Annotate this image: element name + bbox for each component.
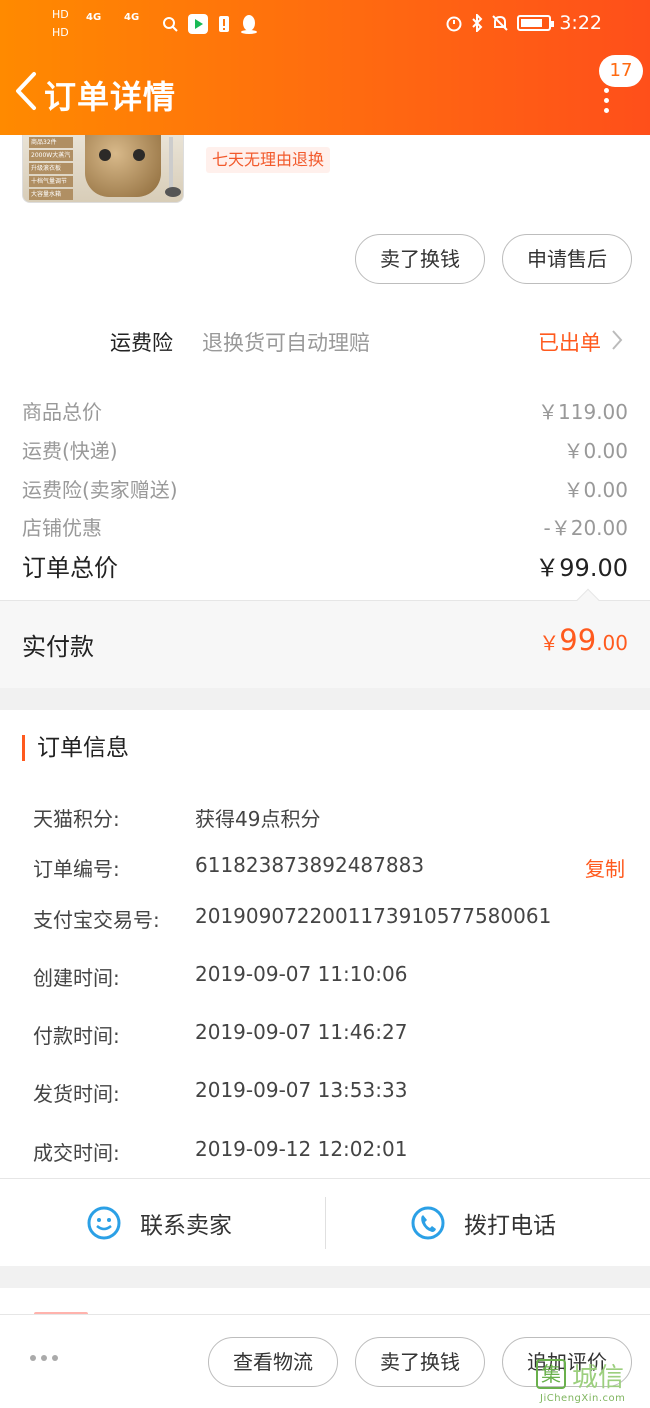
amount-paid-value: ￥99.00 [539,623,628,657]
insurance-status[interactable]: 已出单 [538,327,601,357]
paid-decimal: .00 [596,631,628,655]
paid-integer: 99 [559,623,597,657]
info-value: 2019-09-12 12:02:01 [195,1137,408,1161]
sell-for-cash-bottom-button[interactable]: 卖了换钱 [355,1337,485,1387]
view-logistics-button[interactable]: 查看物流 [208,1337,338,1387]
message-count-badge[interactable]: 17 [599,55,643,87]
chevron-right-icon[interactable] [610,328,624,352]
watermark-url: JiChengXin.com [540,1393,626,1404]
info-value: 2019-09-07 13:53:33 [195,1078,408,1102]
app-header: HD HD 4G 4G 3:22 订单详情 17 [0,0,650,135]
info-value: 获得49点积分 [195,807,321,831]
price-row-value: ￥119.00 [538,400,628,424]
info-value: 2019-09-07 11:10:06 [195,962,408,986]
watermark-text: 城信 [572,1363,625,1393]
return-policy-tag: 七天无理由退换 [206,147,331,173]
after-sales-button[interactable]: 申请售后 [502,234,632,284]
info-label: 付款时间: [33,1024,120,1048]
price-row-label: 运费险(卖家赠送) [22,478,178,502]
status-bar: HD HD 4G 4G 3:22 [0,0,650,50]
price-row-value: ￥0.00 [563,478,628,502]
contact-seller-button[interactable]: 联系卖家 [86,1179,232,1267]
price-row-label: 店铺优惠 [22,516,102,540]
search-icon [163,17,178,32]
product-image-text: 十档气量调节 [29,176,73,187]
info-value: 2019090722001173910577580061 [195,904,552,928]
info-label: 创建时间: [33,966,120,990]
insurance-description: 退换货可自动理赔 [202,331,370,355]
info-label: 支付宝交易号: [33,908,160,932]
site-watermark: 集 城信 JiChengXin.com [530,1355,650,1408]
price-row-label: 商品总价 [22,400,102,424]
chat-face-icon [87,1206,121,1240]
product-image-text: 大容量水箱 [29,189,73,200]
notification-icons [162,14,258,34]
clock-time: 3:22 [559,12,602,34]
system-status: 3:22 [445,12,602,34]
signal-label-1: 4G [86,12,102,23]
order-total-label: 订单总价 [22,554,118,582]
info-value: 2019-09-07 11:46:27 [195,1020,408,1044]
video-app-icon [188,14,208,34]
vertical-divider [325,1197,326,1249]
section-divider [0,1266,650,1288]
price-row-label: 运费(快递) [22,439,118,463]
battery-icon [517,15,555,31]
section-divider [0,688,650,710]
product-image-text: 2000W大蒸汽 [29,150,73,161]
watermark-logo: 集 [536,1359,566,1389]
product-image-text: 商品32件 [29,137,73,148]
paid-currency: ￥ [539,631,560,655]
call-phone-label: 拨打电话 [464,1213,556,1239]
product-image-text: 升级滚衣板 [29,163,73,174]
order-total-value: ￥99.00 [535,554,628,582]
qq-icon [241,15,257,34]
price-row-value: -￥20.00 [543,516,628,540]
contact-seller-label: 联系卖家 [140,1213,232,1239]
order-number-value: 611823873892487883 [195,853,425,877]
panel-notch [576,588,600,612]
mute-bell-icon [492,15,509,31]
phone-icon [411,1206,445,1240]
info-label: 成交时间: [33,1141,120,1165]
alarm-icon [446,16,462,32]
contact-bar: 联系卖家 拨打电话 [0,1178,650,1266]
amount-paid-panel: 实付款 ￥99.00 [0,588,650,688]
network-label-2: HD [52,26,69,39]
alert-icon [219,16,229,32]
more-actions-icon[interactable] [30,1355,58,1361]
network-indicators: HD HD [52,8,69,40]
info-label: 天猫积分: [33,807,120,831]
insurance-label: 运费险 [110,331,173,355]
signal-label-2: 4G [124,12,140,23]
steamer-stand-graphic [169,137,173,193]
info-label: 订单编号: [33,857,120,881]
call-phone-button[interactable]: 拨打电话 [410,1179,556,1267]
copy-order-number-button[interactable]: 复制 [585,853,625,882]
price-row-value: ￥0.00 [563,439,628,463]
bluetooth-icon [472,14,483,32]
sell-for-cash-button[interactable]: 卖了换钱 [355,234,485,284]
steamer-base-graphic [165,187,181,197]
amount-paid-label: 实付款 [22,633,94,661]
steamer-device-graphic [85,135,161,197]
back-arrow-icon[interactable] [12,70,42,112]
info-label: 发货时间: [33,1082,120,1106]
order-info-title: 订单信息 [22,735,129,761]
more-options-icon[interactable] [600,88,614,113]
product-thumbnail[interactable]: 商品32件 2000W大蒸汽 升级滚衣板 十档气量调节 大容量水箱 [22,135,184,203]
page-title: 订单详情 [44,78,177,116]
network-label-1: HD [52,8,69,21]
